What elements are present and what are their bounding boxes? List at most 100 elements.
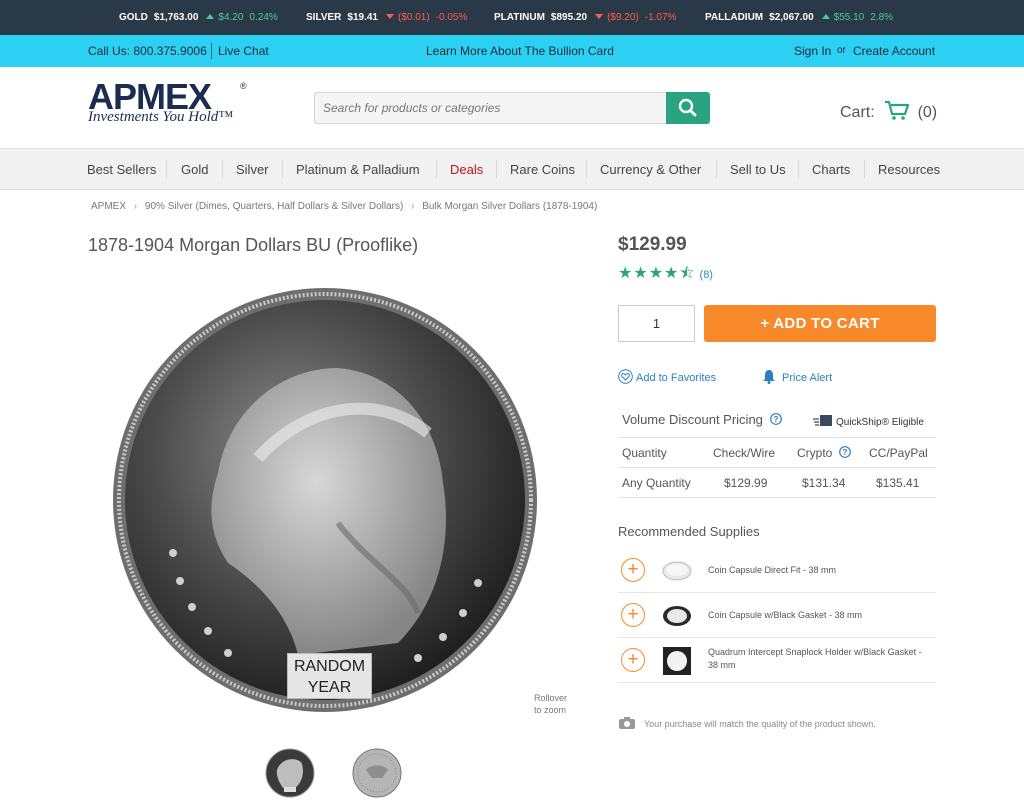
year-text: YEAR — [307, 679, 352, 696]
supply-name[interactable]: Quadrum Intercept Snaplock Holder w/Blac… — [708, 646, 928, 672]
logo-registered-mark: ® — [240, 81, 247, 91]
rollover-zoom-hint: Rollover to zoom — [534, 692, 567, 716]
rollover-text: Rollover — [534, 693, 568, 703]
nav-divider — [282, 160, 283, 178]
camera-icon — [619, 717, 635, 729]
add-to-favorites-label: Add to Favorites — [636, 372, 717, 384]
down-arrow-icon — [385, 14, 394, 19]
add-supply-button[interactable]: + — [621, 648, 645, 672]
up-arrow-icon — [206, 14, 215, 19]
down-arrow-icon — [595, 14, 604, 19]
breadcrumb: APMEX › 90% Silver (Dimes, Quarters, Hal… — [91, 201, 597, 212]
volume-discount-label: Volume Discount Pricing — [622, 412, 763, 427]
product-image[interactable] — [108, 283, 542, 717]
quickship-label: QuickShip® Eligible — [836, 417, 924, 428]
rating-stars[interactable]: ★★★★⯪ (8) — [618, 262, 713, 289]
supply-item: + Coin Capsule w/Black Gasket - 38 mm — [618, 593, 936, 638]
quickship-box-icon — [813, 415, 832, 426]
ticker-palladium[interactable]: PALLADIUM $2,067.00 $55.10 2.8% — [705, 12, 893, 23]
price-alert-link[interactable]: Price Alert — [762, 369, 832, 384]
nav-divider — [496, 160, 497, 178]
recommended-supplies-heading: Recommended Supplies — [618, 524, 760, 539]
supply-name[interactable]: Coin Capsule Direct Fit - 38 mm — [708, 564, 928, 577]
help-icon[interactable]: ? — [769, 413, 782, 425]
nav-charts[interactable]: Charts — [812, 162, 850, 177]
cart-label: Cart: — [840, 104, 875, 121]
nav-silver[interactable]: Silver — [236, 162, 269, 177]
table-row: Any Quantity $129.99 $131.34 $135.41 — [618, 468, 936, 498]
col-check-wire: Check/Wire — [713, 446, 776, 460]
nav-divider — [716, 160, 717, 178]
main-nav: Best Sellers Gold Silver Platinum & Pall… — [0, 148, 1024, 190]
nav-best-sellers[interactable]: Best Sellers — [87, 162, 156, 177]
or-text: or — [837, 45, 846, 56]
nav-gold[interactable]: Gold — [181, 162, 208, 177]
capsule-image — [662, 561, 692, 581]
cell-check-wire: $129.99 — [724, 476, 768, 490]
ticker-platinum[interactable]: PLATINUM $895.20 ($9.20) -1.07% — [494, 12, 676, 23]
volume-discount-heading: Volume Discount Pricing ? — [622, 412, 782, 427]
metals-ticker: GOLD $1,763.00 $4.20 0.24% SILVER $19.41 ($0.… — [0, 0, 1024, 35]
bullion-card-link[interactable]: Learn More About The Bullion Card — [426, 44, 614, 58]
top-utility-bar: Call Us: 800.375.9006 Live Chat Learn Mo… — [0, 35, 1024, 67]
create-account-link[interactable]: Create Account — [853, 44, 935, 58]
search-input[interactable] — [314, 92, 666, 124]
ticker-silver[interactable]: SILVER $19.41 ($0.01) -0.05% — [306, 12, 467, 23]
nav-currency-other[interactable]: Currency & Other — [600, 162, 701, 177]
chevron-right-icon: › — [133, 201, 138, 212]
supply-item: + Quadrum Intercept Snaplock Holder w/Bl… — [618, 638, 936, 683]
quickship-badge[interactable]: QuickShip® Eligible — [812, 413, 924, 429]
random-text: RANDOM — [293, 658, 366, 675]
nav-deals[interactable]: Deals — [450, 162, 483, 177]
review-count[interactable]: (8) — [700, 269, 713, 281]
cell-quantity: Any Quantity — [622, 476, 691, 490]
nav-divider — [222, 160, 223, 178]
quality-note-text: Your purchase will match the quality of … — [644, 719, 876, 729]
breadcrumb-apmex[interactable]: APMEX — [91, 201, 126, 212]
to-zoom-text: to zoom — [534, 705, 567, 715]
nav-divider — [586, 160, 587, 178]
bell-icon — [763, 370, 775, 384]
thumbnail-reverse[interactable] — [352, 748, 402, 798]
nav-sell-to-us[interactable]: Sell to Us — [730, 162, 786, 177]
add-supply-button[interactable]: + — [621, 558, 645, 582]
cart-link[interactable]: Cart: (0) — [840, 99, 937, 122]
divider — [211, 43, 212, 59]
col-cc-paypal: CC/PayPal — [869, 446, 928, 460]
quadrum-holder-image — [663, 647, 691, 675]
capsule-gasket-image — [663, 606, 691, 626]
quantity-input[interactable] — [618, 305, 695, 342]
call-us-text: Call Us: 800.375.9006 — [88, 44, 207, 58]
col-quantity: Quantity — [622, 446, 667, 460]
ticker-gold[interactable]: GOLD $1,763.00 $4.20 0.24% — [119, 12, 278, 23]
thumbnail-obverse[interactable] — [265, 748, 315, 798]
cart-icon — [885, 100, 910, 120]
help-icon[interactable]: ? — [838, 446, 851, 458]
breadcrumb-morgan-dollars[interactable]: Bulk Morgan Silver Dollars (1878-1904) — [422, 201, 597, 212]
nav-platinum-palladium[interactable]: Platinum & Palladium — [296, 162, 420, 177]
nav-divider — [864, 160, 865, 178]
add-to-cart-button[interactable]: + ADD TO CART — [704, 305, 936, 342]
breadcrumb-90-silver[interactable]: 90% Silver (Dimes, Quarters, Half Dollar… — [145, 201, 403, 212]
add-to-favorites-link[interactable]: Add to Favorites — [618, 369, 716, 384]
product-title: 1878-1904 Morgan Dollars BU (Prooflike) — [88, 235, 419, 255]
quality-note: Your purchase will match the quality of … — [618, 716, 876, 730]
search-icon — [678, 98, 697, 117]
price-alert-label: Price Alert — [782, 372, 833, 384]
svg-text:?: ? — [773, 415, 778, 424]
sign-in-link[interactable]: Sign In — [794, 44, 831, 58]
cell-crypto: $131.34 — [802, 476, 846, 490]
nav-divider — [436, 160, 437, 178]
supply-name[interactable]: Coin Capsule w/Black Gasket - 38 mm — [708, 609, 928, 622]
nav-divider — [166, 160, 167, 178]
nav-rare-coins[interactable]: Rare Coins — [510, 162, 575, 177]
nav-divider — [798, 160, 799, 178]
chevron-right-icon: › — [411, 201, 415, 212]
pricing-table: Quantity Check/Wire Crypto ? CC/PayPal A… — [618, 437, 936, 498]
search-button[interactable] — [666, 92, 710, 124]
add-supply-button[interactable]: + — [621, 603, 645, 627]
live-chat-link[interactable]: Live Chat — [218, 44, 269, 58]
heart-icon — [618, 369, 633, 384]
nav-resources[interactable]: Resources — [878, 162, 940, 177]
svg-text:?: ? — [842, 448, 847, 457]
